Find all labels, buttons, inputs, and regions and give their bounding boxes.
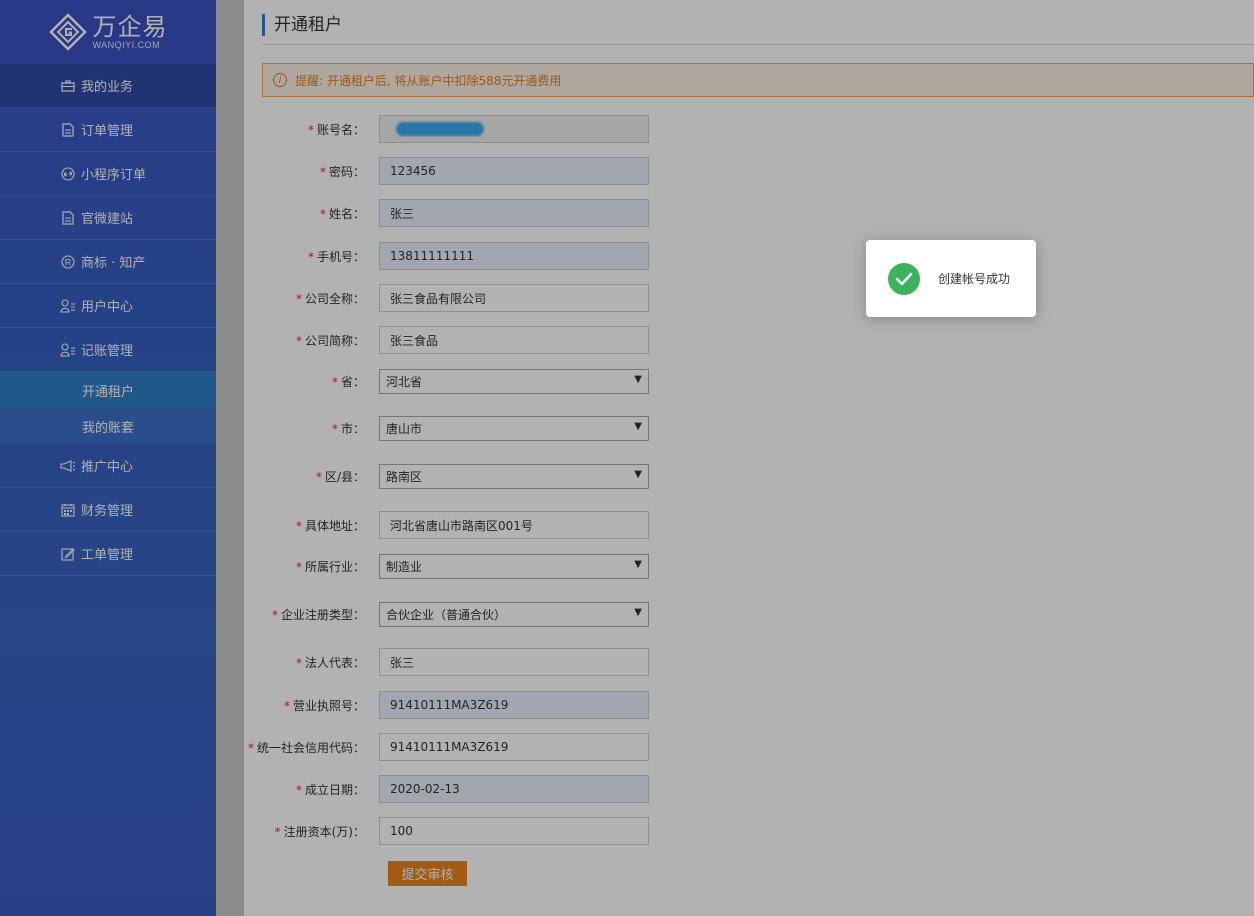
success-toast: 创建帐号成功 [866,240,1036,317]
toast-message: 创建帐号成功 [938,272,1011,286]
modal-overlay[interactable] [0,0,1254,916]
check-circle-icon [888,262,920,295]
